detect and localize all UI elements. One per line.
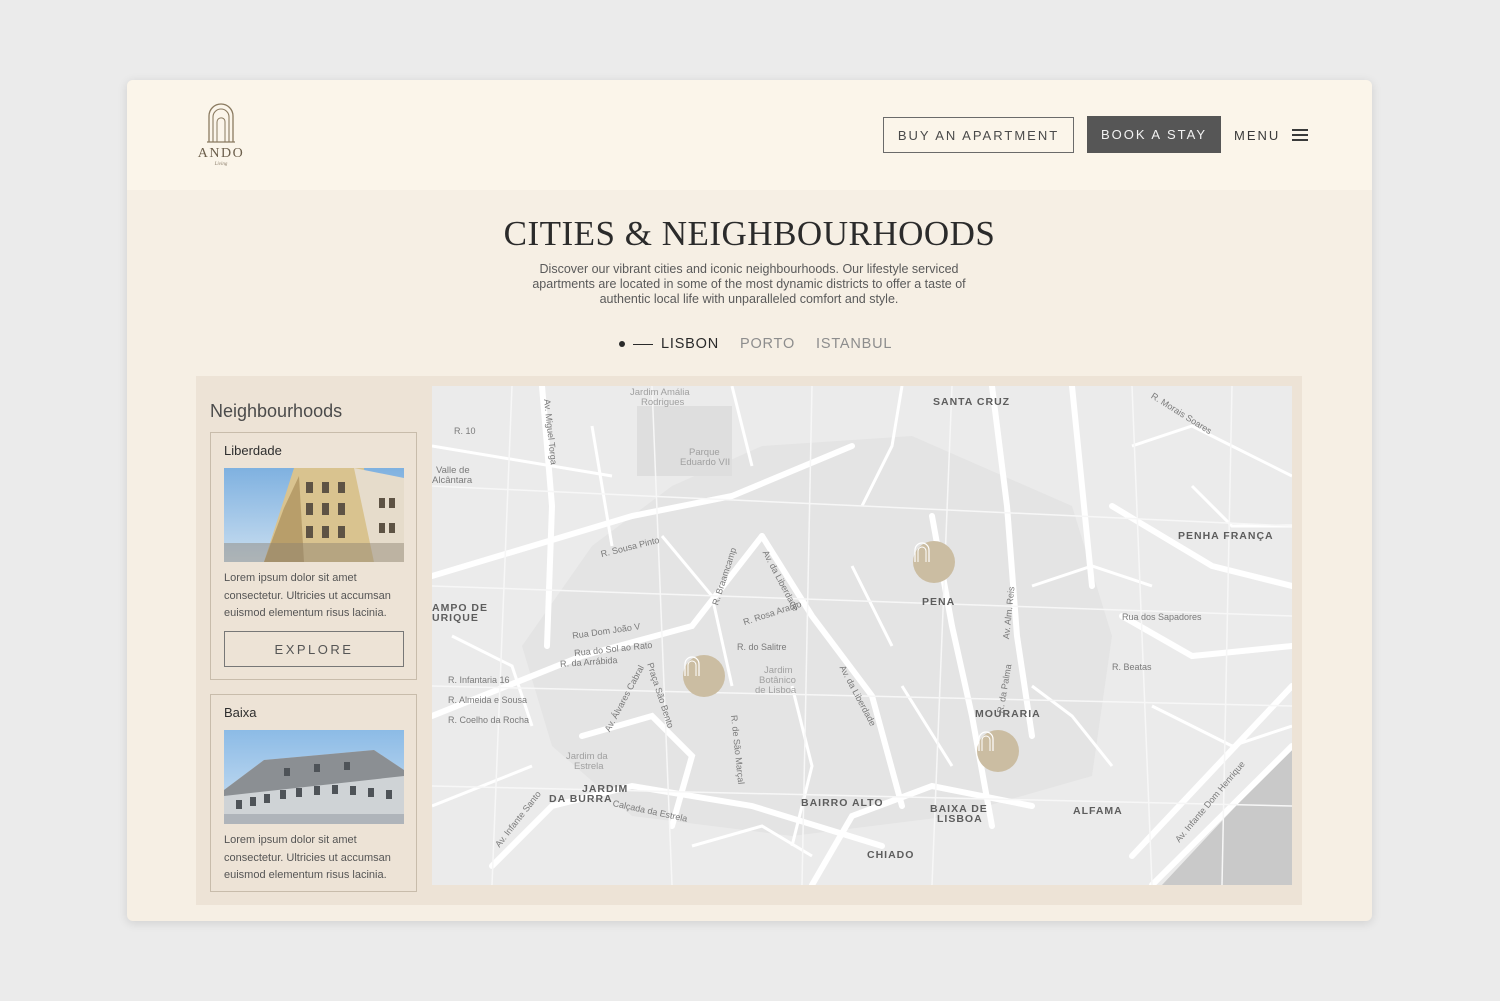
street-label: R. Infantaria 16 [448, 675, 510, 685]
buy-apartment-button[interactable]: BUY AN APARTMENT [883, 117, 1074, 153]
map-label: ALFAMA [1073, 805, 1123, 817]
site-header: ANDO Living BUY AN APARTMENT BOOK A STAY… [127, 80, 1372, 190]
street-label: R. do Salitre [737, 642, 787, 652]
street-label: R. Coelho da Rocha [448, 715, 530, 725]
book-stay-button[interactable]: BOOK A STAY [1087, 116, 1221, 153]
map-label: CHIADO [867, 849, 915, 861]
tab-lisbon[interactable]: LISBON [661, 336, 719, 352]
street-label: R. Beatas [1112, 662, 1152, 672]
logo-wordmark: ANDO [197, 146, 245, 161]
arch-pin-icon [978, 731, 994, 751]
neighbourhoods-heading: Neighbourhoods [210, 401, 343, 421]
tab-istanbul[interactable]: ISTANBUL [816, 336, 892, 352]
menu-button[interactable]: MENU [1234, 124, 1309, 146]
neighbourhood-panel: Neighbourhoods Liberdade Lorem ipsum dol… [196, 376, 1302, 905]
map-label: PENA [922, 596, 956, 608]
explore-button[interactable]: EXPLORE [224, 631, 404, 667]
apartment-pin-pena[interactable] [913, 541, 955, 583]
neighbourhood-card-baixa[interactable]: Baixa Lorem ipsum dolor sit amet consect… [210, 694, 417, 892]
card-description: Lorem ipsum dolor sit amet consectetur. … [224, 572, 391, 619]
baixa-photo [224, 730, 404, 824]
street-label: R. Almeida e Sousa [448, 695, 528, 705]
menu-label: MENU [1234, 127, 1281, 143]
hamburger-icon [1292, 129, 1309, 141]
park-label: Eduardo VII [680, 457, 731, 468]
street-label: Rua dos Sapadores [1122, 612, 1202, 622]
liberdade-photo [224, 468, 404, 562]
city-tabs: LISBON PORTO ISTANBUL [619, 334, 913, 354]
map-streets [432, 386, 1292, 885]
card-title: Baixa [224, 705, 257, 720]
page-title: CITIES & NEIGHBOURHOODS [503, 214, 996, 253]
card-description: Lorem ipsum dolor sit amet consectetur. … [224, 834, 391, 881]
apartment-pin-mouraria[interactable] [977, 730, 1019, 772]
tab-porto[interactable]: PORTO [740, 336, 795, 352]
map-label: MOURARIA [975, 708, 1041, 720]
apartment-pin-liberdade[interactable] [683, 655, 725, 697]
park-label: de Lisboa [755, 685, 797, 696]
map-label: BAIRRO ALTO [801, 797, 884, 809]
arch-pin-icon [914, 542, 930, 562]
intro-text: Discover our vibrant cities and iconic n… [532, 262, 966, 306]
ando-logo[interactable]: ANDO Living [191, 98, 251, 172]
arch-pin-icon [684, 656, 700, 676]
park-label: Rodrigues [641, 397, 685, 408]
map-label: URIQUE [432, 612, 479, 624]
card-title: Liberdade [224, 443, 282, 458]
map-label: SANTA CRUZ [933, 396, 1011, 408]
map-label: LISBOA [937, 813, 983, 825]
browser-frame: ANDO Living BUY AN APARTMENT BOOK A STAY… [127, 80, 1372, 921]
park-label: Estrela [574, 761, 604, 772]
park-label: Alcântara [432, 475, 473, 486]
street-label: R. 10 [454, 426, 476, 436]
active-dot-icon [619, 341, 625, 347]
active-line-indicator [633, 343, 653, 345]
map-label: DA BURRA [549, 793, 613, 805]
logo-subtitle: Living [214, 162, 228, 167]
neighbourhood-card-liberdade[interactable]: Liberdade Lorem ipsum dolor sit amet con… [210, 432, 417, 680]
arch-logo-icon [207, 103, 235, 143]
lisbon-map[interactable]: SANTA CRUZ PENHA FRANÇA PENA MOURARIA BA… [432, 386, 1292, 885]
map-label: PENHA FRANÇA [1178, 530, 1274, 542]
